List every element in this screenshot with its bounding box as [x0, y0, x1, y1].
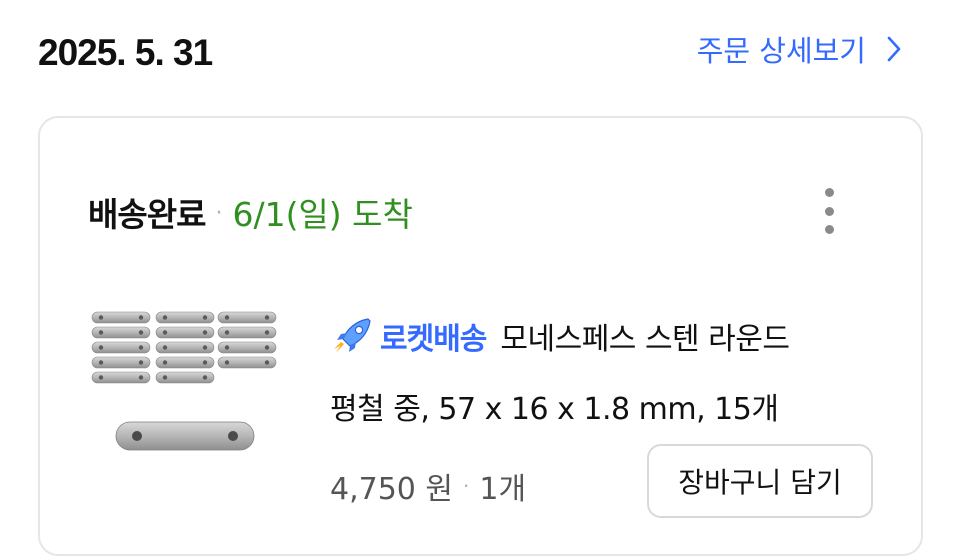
product-title-line1[interactable]: 로켓배송 모네스페스 스텐 라운드: [330, 313, 790, 359]
price-separator: ·: [463, 474, 470, 498]
product-image[interactable]: [90, 310, 280, 470]
order-detail-label: 주문 상세보기: [696, 34, 866, 68]
rocket-icon: [334, 318, 371, 353]
shipment-status: 배송완료: [88, 195, 206, 234]
shipment-status-row: 배송완료 · 6/1(일) 도착: [88, 188, 413, 236]
product-quantity: 1개: [479, 472, 527, 507]
product-price: 4,750 원: [330, 472, 454, 507]
order-card: 배송완료 · 6/1(일) 도착 로켓배송 모네스페스 스텐 라운드 평철 중,…: [38, 116, 923, 556]
status-separator: ·: [215, 201, 223, 226]
order-date: 2025. 5. 31: [38, 32, 213, 73]
rocket-badge-label: 로켓배송: [380, 322, 487, 357]
order-header: 2025. 5. 31 주문 상세보기: [0, 0, 960, 110]
product-name: 모네스페스 스텐 라운드: [500, 322, 790, 357]
order-detail-link[interactable]: 주문 상세보기: [697, 28, 902, 70]
price-row: 4,750 원 · 1개: [330, 464, 526, 508]
product-name-line2[interactable]: 평철 중, 57 x 16 x 1.8 mm, 15개: [330, 384, 779, 428]
chevron-right-icon: [887, 36, 901, 62]
more-vertical-icon[interactable]: [815, 186, 843, 236]
add-to-cart-button[interactable]: 장바구니 담기: [647, 444, 873, 518]
rocket-delivery-badge: 로켓배송: [330, 313, 487, 359]
arrival-date: 6/1(일) 도착: [232, 195, 413, 234]
